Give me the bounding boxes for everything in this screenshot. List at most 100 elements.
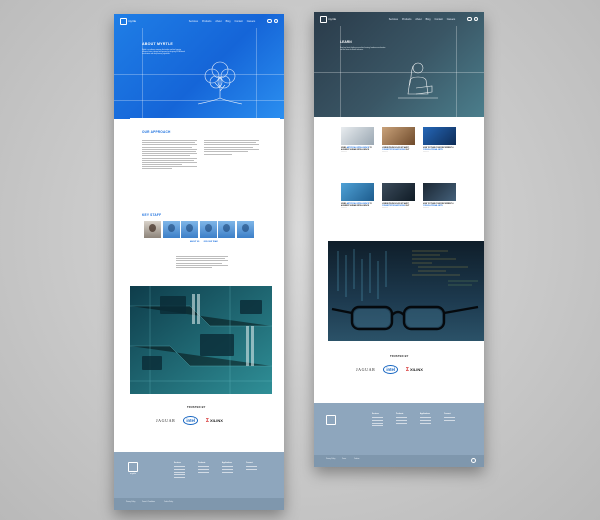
- staff-photos: [144, 221, 255, 238]
- learn-page-mockup: myrtle Services Products About Blog Cont…: [314, 12, 484, 467]
- post-image: [341, 127, 374, 145]
- nav-link[interactable]: About: [215, 20, 221, 23]
- read-more-link[interactable]: Read more: [341, 208, 374, 209]
- brand-logos: JAGUAR intel Σ XILINX: [156, 416, 223, 425]
- linkedin-icon[interactable]: [473, 16, 478, 22]
- footer-link[interactable]: Terms & Conditions: [142, 502, 155, 503]
- staff-photo[interactable]: [181, 221, 198, 238]
- nav-link[interactable]: Careers: [247, 20, 256, 23]
- logo-icon: [120, 17, 127, 25]
- footer-logo[interactable]: [326, 415, 336, 426]
- staff-paragraph: [176, 256, 228, 269]
- staff-photo[interactable]: [162, 221, 180, 238]
- blog-post-card[interactable]: HOW TO TRAIN YOUR RECURRENT & CONVOLUTIO…: [423, 183, 456, 209]
- hero-paragraph: Myrtle is a software company that makes …: [142, 50, 185, 56]
- post-image: [423, 127, 456, 145]
- footer-link[interactable]: Privacy Policy: [126, 502, 135, 503]
- about-us-link[interactable]: ABOUT US: [190, 241, 199, 243]
- xilinx-mark-icon: Σ: [206, 417, 210, 424]
- blog-post-card[interactable]: LOREM IPSUM DOLOR SIT AMET CONSECTETUR A…: [382, 183, 415, 209]
- nav-link[interactable]: About: [415, 18, 421, 21]
- footer: myrtle Services Products Applications Co…: [114, 452, 284, 510]
- linkedin-icon[interactable]: [273, 18, 278, 24]
- post-image: [382, 183, 415, 201]
- post-image: [382, 127, 415, 145]
- section-title: TRUSTED BY: [390, 355, 409, 358]
- hero-paragraph: Read our latest thinking on machine lear…: [340, 48, 386, 52]
- staff-photo[interactable]: [144, 221, 161, 238]
- social-icons: [267, 18, 278, 24]
- xilinx-logo: Σ XILINX: [206, 418, 223, 424]
- xilinx-mark-icon: Σ: [406, 366, 410, 373]
- posts-grid: USING ARTIFICIAL INTELLIGENCE TO AUGMENT…: [328, 117, 470, 241]
- join-team-link[interactable]: JOIN OUR TEAM: [203, 241, 217, 243]
- xilinx-logo: Σ XILINX: [406, 367, 423, 373]
- staff-photo[interactable]: [199, 221, 217, 238]
- xilinx-text: XILINX: [410, 367, 423, 372]
- logo-icon: [326, 415, 336, 425]
- read-more-link[interactable]: Read more: [423, 208, 456, 209]
- nav-link[interactable]: Products: [202, 20, 211, 23]
- nav-link[interactable]: Blog: [426, 18, 431, 21]
- approach-card: OUR APPROACH: [130, 118, 280, 208]
- blog-post-card[interactable]: HOW TO TRAIN YOUR RECURRENT & CONVOLUTIO…: [423, 127, 456, 153]
- footer-bottom-bar: Privacy Policy Terms Cookies: [314, 455, 484, 467]
- blog-post-card[interactable]: USING ARTIFICIAL INTELLIGENCE TO AUGMENT…: [341, 183, 374, 209]
- brand-logos: JAGUAR intel Σ XILINX: [356, 365, 423, 374]
- nav-link[interactable]: Blog: [226, 20, 231, 23]
- trusted-section: TRUSTED BY JAGUAR intel Σ XILINX: [328, 341, 470, 403]
- nav-link[interactable]: Products: [402, 18, 411, 21]
- twitter-icon[interactable]: [471, 458, 476, 463]
- staff-links: ABOUT US JOIN OUR TEAM: [190, 241, 218, 243]
- about-hero: myrtle Services Products About Blog Cont…: [114, 14, 284, 119]
- logo-text: myrtle: [128, 19, 137, 23]
- staff-photo[interactable]: [218, 221, 235, 238]
- approach-text-col2: [204, 140, 259, 156]
- backdrop: [0, 0, 600, 520]
- twitter-icon[interactable]: [267, 18, 272, 24]
- nav-link[interactable]: Contact: [434, 18, 442, 21]
- footer-link[interactable]: Cookies: [354, 459, 359, 460]
- reading-person-illustration-icon: [398, 62, 438, 99]
- top-nav: myrtle Services Products About Blog Cont…: [314, 12, 484, 26]
- section-title: KEY STAFF: [142, 213, 162, 217]
- logo-icon: [320, 15, 327, 23]
- intel-logo: intel: [183, 416, 198, 425]
- tree-illustration-icon: [197, 61, 243, 105]
- jaguar-logo: JAGUAR: [156, 418, 176, 423]
- footer-column: Services: [372, 413, 383, 427]
- footer-column: Services: [174, 462, 185, 478]
- footer: Services Products Applications Connect P…: [314, 403, 484, 467]
- intel-logo: intel: [383, 365, 398, 374]
- logo[interactable]: myrtle: [120, 17, 137, 25]
- read-more-link[interactable]: Read more: [382, 208, 415, 209]
- nav-link[interactable]: Services: [389, 18, 398, 21]
- nav-link[interactable]: Careers: [447, 18, 456, 21]
- nav-links: Services Products About Blog Contact Car…: [189, 20, 255, 23]
- nav-link[interactable]: Contact: [234, 20, 242, 23]
- read-more-link[interactable]: Read more: [382, 152, 415, 153]
- page-title: ABOUT MYRTLE: [142, 42, 173, 46]
- footer-link[interactable]: Cookie Policy: [164, 502, 173, 503]
- read-more-link[interactable]: Read more: [423, 152, 456, 153]
- xilinx-text: XILINX: [210, 418, 223, 423]
- nav-link[interactable]: Services: [189, 20, 198, 23]
- blog-post-card[interactable]: LOREM IPSUM DOLOR SIT AMET CONSECTETUR A…: [382, 127, 415, 153]
- staff-photo[interactable]: [236, 221, 254, 238]
- section-title: TRUSTED BY: [187, 406, 206, 409]
- logo[interactable]: myrtle: [320, 15, 336, 23]
- footer-link[interactable]: Terms: [342, 459, 346, 460]
- read-more-link[interactable]: Read more: [341, 152, 374, 153]
- nav-links: Services Products About Blog Contact Car…: [389, 18, 455, 21]
- approach-text-col1: [142, 140, 197, 171]
- top-nav: myrtle Services Products About Blog Cont…: [114, 14, 284, 28]
- footer-link[interactable]: Privacy Policy: [326, 459, 335, 460]
- footer-bottom-bar: Privacy Policy Terms & Conditions Cookie…: [114, 498, 284, 510]
- footer-column: Applications: [222, 462, 233, 473]
- page-title: LEARN: [340, 40, 352, 44]
- trusted-section: TRUSTED BY JAGUAR intel Σ XILINX: [114, 394, 284, 452]
- footer-logo[interactable]: myrtle: [128, 462, 138, 475]
- blog-post-card[interactable]: USING ARTIFICIAL INTELLIGENCE TO AUGMENT…: [341, 127, 374, 153]
- twitter-icon[interactable]: [467, 16, 472, 22]
- footer-column: Connect: [444, 413, 455, 421]
